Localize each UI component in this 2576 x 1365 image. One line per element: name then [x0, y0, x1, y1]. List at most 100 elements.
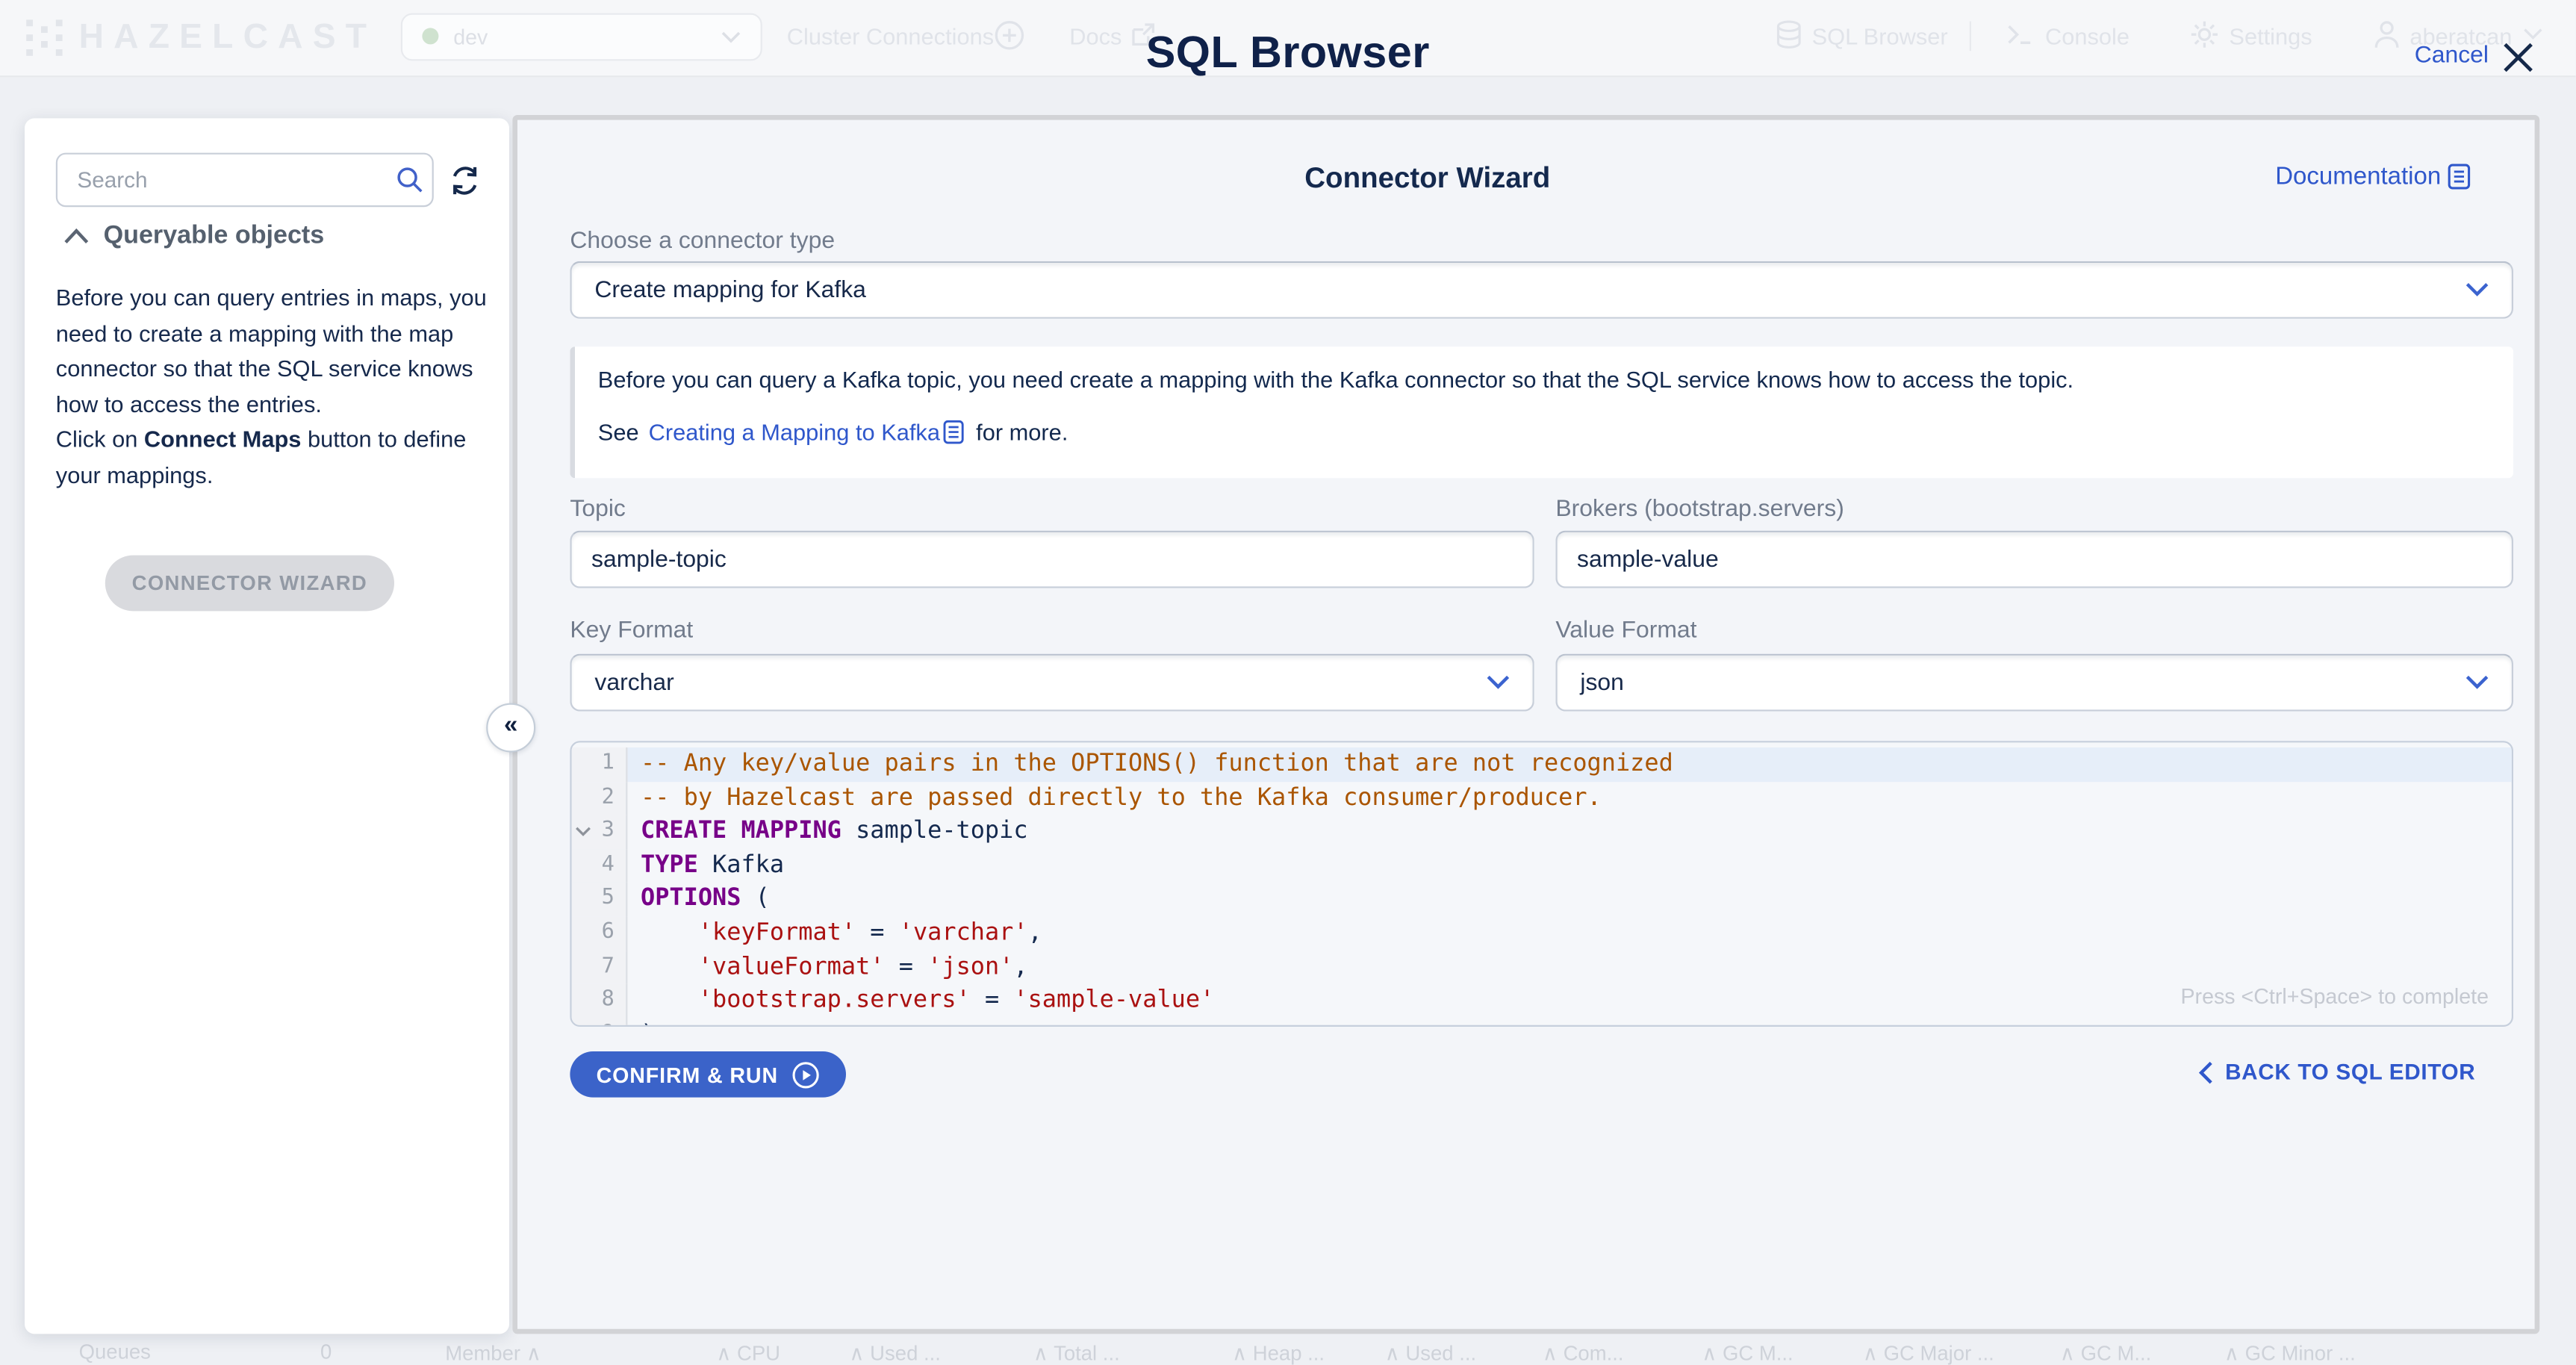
connector-wizard-panel: Connector Wizard Documentation Choose a …	[512, 115, 2539, 1334]
code-token: 'valueFormat'	[698, 954, 885, 980]
code-token: =	[971, 988, 1014, 1014]
value-format-value: json	[1580, 670, 1624, 696]
code-token: (	[741, 886, 769, 912]
search-input[interactable]	[56, 153, 434, 208]
queryable-objects-title: Queryable objects	[104, 222, 325, 252]
see-prefix: See	[598, 419, 645, 445]
code-token: 'bootstrap.servers'	[698, 988, 971, 1014]
code-line: 6 'keyFormat' = 'varchar',	[572, 917, 2512, 951]
kafka-info-see-line: See Creating a Mapping to Kafka for more…	[598, 419, 1068, 445]
creating-mapping-link[interactable]: Creating a Mapping to Kafka	[649, 419, 940, 445]
key-format-select[interactable]: varchar	[570, 654, 1534, 712]
code-content: -- Any key/value pairs in the OPTIONS() …	[627, 747, 2511, 781]
app-root: HAZELCAST dev Cluster Connections Docs S…	[0, 0, 2576, 1365]
chevron-down-icon	[2465, 282, 2489, 297]
sidebar-description-text: Before you can query entries in maps, yo…	[56, 284, 487, 417]
code-content: CREATE MAPPING sample-topic	[627, 815, 2511, 849]
document-icon	[943, 419, 966, 445]
fold-chevron-icon[interactable]	[575, 827, 591, 838]
chevron-up-icon	[64, 228, 89, 245]
play-circle-icon	[791, 1060, 819, 1088]
background-column-header: Member ∧	[445, 1340, 541, 1365]
line-number: 5	[572, 883, 628, 916]
collapse-sidebar-button[interactable]: «	[486, 703, 535, 753]
kafka-info-text: Before you can query a Kafka topic, you …	[598, 367, 2073, 393]
chevron-down-icon	[1487, 675, 1510, 690]
code-token: =	[856, 920, 899, 946]
code-line: 7 'valueFormat' = 'json',	[572, 951, 2512, 984]
line-number: 7	[572, 951, 628, 984]
code-token: 'json'	[927, 954, 1013, 980]
background-column-header: ∧ Heap ...	[1232, 1340, 1325, 1365]
documentation-label: Documentation	[2275, 163, 2441, 190]
code-content: 'valueFormat' = 'json',	[627, 951, 2511, 984]
code-line: 2 -- by Hazelcast are passed directly to …	[572, 781, 2512, 815]
background-column-header: ∧ Total ...	[1033, 1340, 1120, 1365]
background-column-header: ∧ GC M...	[2060, 1340, 2152, 1365]
code-line: 4TYPE Kafka	[572, 849, 2512, 883]
code-token	[641, 988, 698, 1014]
background-column-header: ∧ GC Major ...	[1863, 1340, 1994, 1365]
code-line: 5 OPTIONS (	[572, 883, 2512, 916]
connector-wizard-button[interactable]: CONNECTOR WIZARD	[105, 556, 394, 612]
see-suffix: for more.	[970, 419, 1068, 445]
back-to-sql-editor-link[interactable]: BACK TO SQL EDITOR	[2197, 1060, 2476, 1084]
sql-code-editor[interactable]: 1-- Any key/value pairs in the OPTIONS()…	[570, 741, 2513, 1027]
code-token: =	[885, 954, 928, 980]
confirm-button-label: CONFIRM & RUN	[597, 1062, 778, 1086]
connector-type-value: Create mapping for Kafka	[594, 277, 866, 303]
code-token: -- Any key/value pairs in the OPTIONS() …	[641, 750, 1673, 777]
queryable-objects-sidebar: Queryable objects Before you can query e…	[25, 118, 509, 1334]
code-content: -- by Hazelcast are passed directly to t…	[627, 781, 2511, 815]
search-icon	[396, 166, 423, 193]
value-format-select[interactable]: json	[1555, 654, 2513, 712]
background-column-header: ∧ Used ...	[849, 1340, 941, 1365]
code-content: 'keyFormat' = 'varchar',	[627, 917, 2511, 951]
background-column-header: ∧ GC Minor ...	[2224, 1340, 2356, 1365]
code-token: ,	[1013, 954, 1027, 980]
connector-type-select[interactable]: Create mapping for Kafka	[570, 261, 2513, 319]
code-token: 'varchar'	[899, 920, 1028, 946]
wizard-title: Connector Wizard	[517, 161, 2338, 196]
dimmed-app-header: HAZELCAST dev Cluster Connections Docs S…	[0, 0, 2576, 77]
background-column-header: ∧ Used ...	[1385, 1340, 1477, 1365]
documentation-link[interactable]: Documentation	[2275, 163, 2472, 190]
code-token: sample-topic	[841, 818, 1028, 845]
background-column-header: ∧ GC M...	[1702, 1340, 1793, 1365]
refresh-icon[interactable]	[449, 164, 482, 197]
document-icon	[2448, 163, 2472, 190]
code-token: CREATE MAPPING	[641, 818, 841, 845]
cancel-button[interactable]: Cancel	[2415, 43, 2489, 69]
brokers-label: Brokers (bootstrap.servers)	[1555, 496, 1844, 522]
modal-title: SQL Browser	[0, 28, 2576, 78]
code-token: 'keyFormat'	[698, 920, 856, 946]
background-column-header: 0	[320, 1340, 332, 1364]
line-number: 3	[572, 815, 628, 849]
line-number: 8	[572, 984, 628, 1018]
brokers-input[interactable]	[1555, 531, 2513, 588]
chevron-left-icon	[2197, 1060, 2212, 1083]
key-format-label: Key Format	[570, 618, 693, 644]
line-number: 6	[572, 917, 628, 951]
autocomplete-hint: Press <Ctrl+Space> to complete	[2180, 984, 2489, 1009]
code-token: ,	[1028, 920, 1042, 946]
line-number: 9	[572, 1018, 628, 1027]
connect-maps-emphasis: Connect Maps	[144, 426, 302, 452]
code-token: TYPE	[641, 852, 698, 878]
topic-input[interactable]	[570, 531, 1534, 588]
code-content: TYPE Kafka	[627, 849, 2511, 883]
code-token: -- by Hazelcast are passed directly to t…	[641, 785, 1602, 811]
dimmed-background-table-headers: Queues0Member ∧∧ CPU∧ Used ...∧ Total ..…	[0, 1337, 2576, 1365]
background-column-header: ∧ Com...	[1543, 1340, 1624, 1365]
code-token: OPTIONS	[641, 886, 741, 912]
value-format-label: Value Format	[1555, 618, 1696, 644]
code-token: )	[641, 1022, 655, 1027]
line-number: 2	[572, 781, 628, 815]
line-number: 4	[572, 849, 628, 883]
code-token: 'sample-value'	[1013, 988, 1214, 1014]
confirm-and-run-button[interactable]: CONFIRM & RUN	[570, 1051, 845, 1098]
code-token	[641, 920, 698, 946]
close-icon[interactable]	[2500, 40, 2536, 75]
queryable-objects-toggle[interactable]: Queryable objects	[64, 222, 324, 252]
code-token: Kafka	[698, 852, 784, 878]
